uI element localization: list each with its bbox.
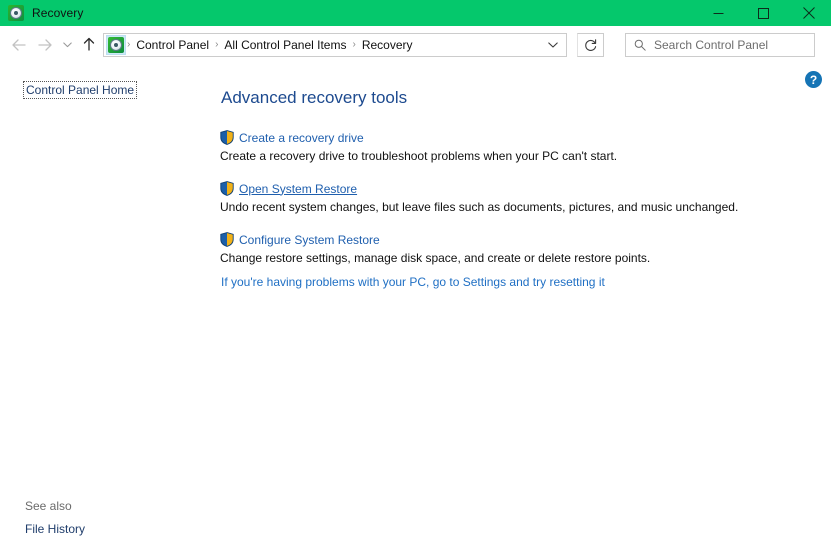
page-title: Advanced recovery tools xyxy=(221,88,408,107)
minimize-button[interactable] xyxy=(696,0,741,26)
chevron-down-icon xyxy=(62,41,72,47)
tool-description: Change restore settings, manage disk spa… xyxy=(220,251,651,265)
link-reset-pc-settings[interactable]: If you're having problems with your PC, … xyxy=(221,275,605,289)
link-open-system-restore[interactable]: Open System Restore xyxy=(239,182,357,196)
left-pane: Control Panel Home See also File History xyxy=(0,63,205,553)
maximize-button[interactable] xyxy=(741,0,786,26)
up-button[interactable] xyxy=(76,31,102,59)
up-arrow-icon xyxy=(83,37,95,51)
back-arrow-icon xyxy=(12,38,26,51)
chevron-down-icon xyxy=(548,42,558,48)
back-button[interactable] xyxy=(6,31,32,59)
search-box[interactable] xyxy=(625,33,815,57)
window-title: Recovery xyxy=(32,6,84,20)
uac-shield-icon xyxy=(220,130,234,145)
forward-arrow-icon xyxy=(38,38,52,51)
search-input[interactable] xyxy=(654,38,804,52)
window-controls xyxy=(696,0,831,26)
forward-button[interactable] xyxy=(32,31,58,59)
close-button[interactable] xyxy=(786,0,831,26)
search-icon xyxy=(634,39,646,51)
uac-shield-icon xyxy=(220,232,234,247)
breadcrumb-recovery[interactable]: Recovery xyxy=(357,34,418,56)
tool-description: Undo recent system changes, but leave fi… xyxy=(220,200,739,214)
recovery-disc-icon xyxy=(108,37,124,53)
title-bar[interactable]: Recovery xyxy=(0,0,831,26)
sidebar-item-file-history[interactable]: File History xyxy=(25,522,85,536)
link-create-a-recovery-drive[interactable]: Create a recovery drive xyxy=(239,131,364,145)
tool-item: Open System Restore Undo recent system c… xyxy=(220,180,820,214)
content-pane: ? Advanced recovery tools Create a recov… xyxy=(205,63,831,553)
tool-item: Create a recovery drive Create a recover… xyxy=(220,129,820,163)
address-bar[interactable]: › Control Panel › All Control Panel Item… xyxy=(103,33,567,57)
breadcrumb-control-panel[interactable]: Control Panel xyxy=(131,34,214,56)
refresh-button[interactable] xyxy=(577,33,604,57)
tool-description: Create a recovery drive to troubleshoot … xyxy=(220,149,618,163)
see-also-label: See also xyxy=(25,499,72,513)
link-configure-system-restore[interactable]: Configure System Restore xyxy=(239,233,380,247)
help-button[interactable]: ? xyxy=(805,71,822,88)
breadcrumb-all-control-panel-items[interactable]: All Control Panel Items xyxy=(219,34,351,56)
sidebar-item-control-panel-home[interactable]: Control Panel Home xyxy=(22,81,138,99)
advanced-recovery-tools-list: Create a recovery drive Create a recover… xyxy=(220,129,820,282)
tool-item: Configure System Restore Change restore … xyxy=(220,231,820,265)
refresh-icon xyxy=(584,39,596,51)
recent-locations-button[interactable] xyxy=(58,31,76,59)
address-bar-icon-button[interactable] xyxy=(106,35,126,55)
address-dropdown-button[interactable] xyxy=(540,34,566,56)
recovery-disc-icon xyxy=(8,5,24,21)
uac-shield-icon xyxy=(220,181,234,196)
